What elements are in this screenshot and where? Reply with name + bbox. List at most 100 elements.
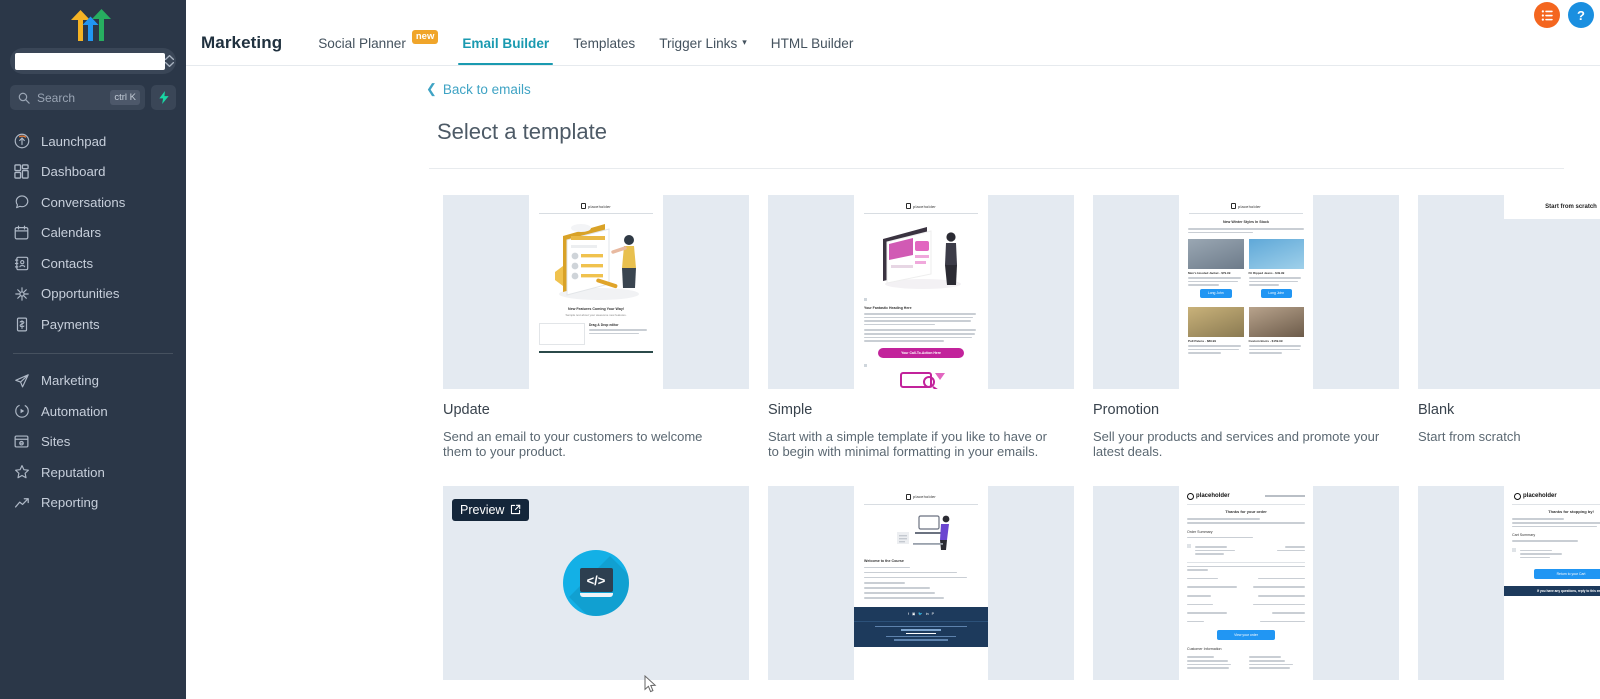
chat-bubble-icon	[13, 194, 30, 211]
payments-receipt-icon	[13, 316, 30, 333]
tab-label: Email Builder	[462, 36, 550, 51]
search-shortcut: ctrl K	[110, 90, 140, 105]
product-cta: Long John	[1260, 288, 1292, 298]
thumb-section-title: Order Summary	[1187, 529, 1213, 534]
chevron-left-icon: ❮	[426, 81, 437, 96]
sidebar-item-automation[interactable]: Automation	[0, 396, 186, 427]
search-icon	[18, 92, 30, 104]
product-title: Fit Ripped Jeans - $49.99	[1248, 271, 1285, 276]
template-thumbnail: placeholder Thanks for stopping by! Cart…	[1418, 485, 1600, 680]
tab-html-builder[interactable]: HTML Builder	[759, 36, 866, 65]
sidebar-item-dashboard[interactable]: Dashboard	[0, 157, 186, 188]
product-cta: Long John	[1200, 288, 1232, 298]
opportunities-node-icon	[13, 285, 30, 302]
back-to-emails-link[interactable]: ❮ Back to emails	[186, 66, 531, 97]
simple-illustration	[883, 227, 961, 289]
sidebar-item-label: Opportunities	[41, 286, 120, 302]
sidebar-item-payments[interactable]: Payments	[0, 309, 186, 340]
sidebar-item-reporting[interactable]: Reporting	[0, 488, 186, 519]
template-preview-update: placeholder New Features Coming Your Way…	[529, 195, 663, 389]
grid-dashboard-icon	[13, 163, 30, 180]
preview-button[interactable]: Preview	[452, 498, 530, 521]
topbar-tabs: Social Planner new Email Builder Templat…	[306, 29, 866, 65]
tab-label: Templates	[573, 36, 636, 51]
app-root: Search ctrl K Launchpad Dashboard Conver…	[0, 0, 1600, 699]
sidebar-item-label: Marketing	[41, 373, 99, 389]
template-thumbnail: placeholder	[443, 195, 749, 389]
account-switcher-input[interactable]	[15, 52, 165, 70]
tab-trigger-links[interactable]: Trigger Links ▾	[647, 36, 759, 65]
thumb-heading: New Features Coming Your Way!	[567, 307, 625, 311]
ai-quick-action-button[interactable]	[151, 85, 176, 110]
placeholder-logo: placeholder	[854, 195, 988, 209]
search-placeholder: Search	[37, 90, 76, 105]
template-description: Start with a simple template if you like…	[768, 429, 1047, 459]
mouse-cursor	[644, 675, 657, 693]
thumb-cta-button: Your Call-To-Action Here	[878, 347, 964, 358]
template-thumbnail: placeholder Thanks for your order Order …	[1093, 485, 1399, 680]
template-card-custom-code[interactable]: Preview </>	[443, 485, 749, 693]
search-input[interactable]: Search ctrl K	[10, 85, 145, 110]
thumb-heading: Start from scratch	[1504, 195, 1600, 219]
tab-templates[interactable]: Templates	[561, 36, 647, 65]
placeholder-logo: placeholder	[1179, 195, 1313, 209]
sidebar-item-reputation[interactable]: Reputation	[0, 457, 186, 488]
sidebar-item-label: Payments	[41, 316, 100, 332]
thumb-section-title: Cart Summary	[1512, 533, 1536, 538]
mail-illustration	[900, 371, 945, 389]
sidebar-item-calendars[interactable]: Calendars	[0, 218, 186, 249]
sidebar-item-label: Launchpad	[41, 133, 107, 149]
thumb-footer: If you have any questions, reply to this…	[1504, 586, 1600, 597]
sidebar-item-label: Conversations	[41, 194, 126, 210]
template-name: Promotion	[1093, 402, 1160, 418]
sidebar-item-launchpad[interactable]: Launchpad	[0, 126, 186, 157]
thumb-cta-button: View your order	[1217, 630, 1275, 641]
thumb-cta-button: Return to your Cart	[1534, 569, 1600, 580]
template-card-order-confirmation[interactable]: placeholder Thanks for your order Order …	[1093, 485, 1399, 693]
template-name: Update	[443, 402, 490, 418]
sidebar-item-opportunities[interactable]: Opportunities	[0, 279, 186, 310]
lightning-bolt-icon	[158, 91, 169, 104]
tab-label: Trigger Links	[659, 36, 738, 51]
paper-plane-icon	[13, 372, 30, 389]
template-thumbnail: placeholder New Winter Styles In Stock M…	[1093, 195, 1399, 389]
help-button[interactable]: ?	[1568, 2, 1594, 28]
template-card-simple[interactable]: placeholder Your Fantastic Heading Here …	[768, 195, 1074, 460]
thumb-heading: Thanks for stopping by!	[1548, 509, 1594, 515]
sidebar-item-contacts[interactable]: Contacts	[0, 248, 186, 279]
sidebar-divider	[13, 352, 173, 354]
sidebar-item-conversations[interactable]: Conversations	[0, 187, 186, 218]
sidebar-item-marketing[interactable]: Marketing	[0, 366, 186, 397]
tab-label: Social Planner	[318, 36, 406, 51]
template-description: Send an email to your customers to welco…	[443, 429, 703, 459]
sidebar-item-label: Reporting	[41, 495, 99, 511]
thumb-heading: Your Fantastic Heading Here	[864, 306, 912, 310]
template-picker: ❮ Back to emails Select a template place…	[186, 66, 1600, 693]
sidebar-item-sites[interactable]: Sites	[0, 427, 186, 458]
template-card-promotion[interactable]: placeholder New Winter Styles In Stock M…	[1093, 195, 1399, 460]
trend-up-icon	[13, 494, 30, 511]
placeholder-logo: placeholder	[529, 195, 663, 209]
list-icon	[1541, 9, 1553, 21]
template-grid: placeholder New Features Coming Your Way…	[186, 169, 1600, 693]
template-card-course-welcome[interactable]: placeholder Welcome to the Course f ▣ 🐦 …	[768, 485, 1074, 693]
back-link-label: Back to emails	[442, 81, 531, 97]
template-preview-order: placeholder Thanks for your order Order …	[1179, 485, 1313, 680]
template-card-abandoned-cart[interactable]: placeholder Thanks for stopping by! Cart…	[1418, 485, 1600, 693]
sidebar-item-label: Contacts	[41, 255, 94, 271]
account-switcher[interactable]	[10, 48, 176, 74]
tab-social-planner[interactable]: Social Planner new	[306, 29, 450, 65]
chevron-updown-icon	[165, 55, 174, 67]
template-name: Blank	[1418, 402, 1455, 418]
thumb-heading: Thanks for your order	[1225, 509, 1267, 515]
template-card-update[interactable]: placeholder New Features Coming Your Way…	[443, 195, 749, 460]
template-card-blank[interactable]: Start from scratch Blank Start from scra…	[1418, 195, 1600, 460]
notes-list-button[interactable]	[1534, 2, 1560, 28]
template-preview-cart: placeholder Thanks for stopping by! Cart…	[1504, 485, 1600, 680]
tab-email-builder[interactable]: Email Builder	[450, 36, 561, 65]
code-template-icon: </>	[563, 549, 629, 616]
app-logo[interactable]	[0, 0, 186, 46]
sidebar-nav-primary: Launchpad Dashboard Conversations Calend…	[0, 126, 186, 340]
thumb-heading: New Winter Styles In Stock	[1222, 220, 1270, 224]
tab-label: HTML Builder	[770, 36, 854, 51]
